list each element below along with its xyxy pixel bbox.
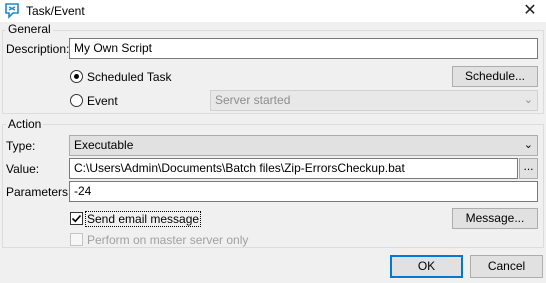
description-label: Description: (6, 42, 70, 56)
scheduled-task-label[interactable]: Scheduled Task (87, 70, 172, 84)
parameters-label: Parameters: (6, 185, 72, 199)
message-button[interactable]: Message... (452, 208, 538, 229)
cancel-button[interactable]: Cancel (470, 255, 543, 278)
task-event-app-icon (4, 3, 20, 19)
event-radio[interactable] (70, 94, 83, 107)
type-select-value: Executable (74, 138, 134, 152)
chevron-down-icon: ⌄ (523, 139, 533, 151)
general-legend: General (6, 22, 53, 36)
window-title: Task/Event (26, 4, 85, 18)
event-select-value: Server started (215, 93, 291, 107)
value-label: Value: (6, 162, 40, 176)
master-only-label: Perform on master server only (87, 233, 249, 247)
event-select[interactable]: Server started ⌄ (210, 90, 538, 111)
parameters-input[interactable]: -24 (69, 181, 538, 202)
browse-button[interactable]: ... (519, 158, 538, 179)
master-only-checkbox[interactable] (70, 233, 83, 246)
radio-selected-dot (74, 74, 79, 79)
send-email-label[interactable]: Send email message (85, 211, 202, 227)
value-input[interactable]: C:\Users\Admin\Documents\Batch files\Zip… (69, 158, 518, 179)
event-label[interactable]: Event (87, 94, 118, 108)
description-input[interactable]: My Own Script (69, 38, 538, 59)
type-select[interactable]: Executable ⌄ (69, 135, 538, 156)
type-label: Type: (6, 139, 36, 153)
scheduled-task-radio[interactable] (70, 70, 83, 83)
ok-button[interactable]: OK (390, 255, 463, 278)
checkmark-icon (71, 214, 82, 223)
chevron-down-icon: ⌄ (523, 94, 533, 106)
close-icon[interactable]: ✕ (519, 1, 541, 21)
schedule-button[interactable]: Schedule... (452, 66, 538, 87)
send-email-checkbox[interactable] (70, 212, 83, 225)
action-legend: Action (6, 117, 44, 131)
